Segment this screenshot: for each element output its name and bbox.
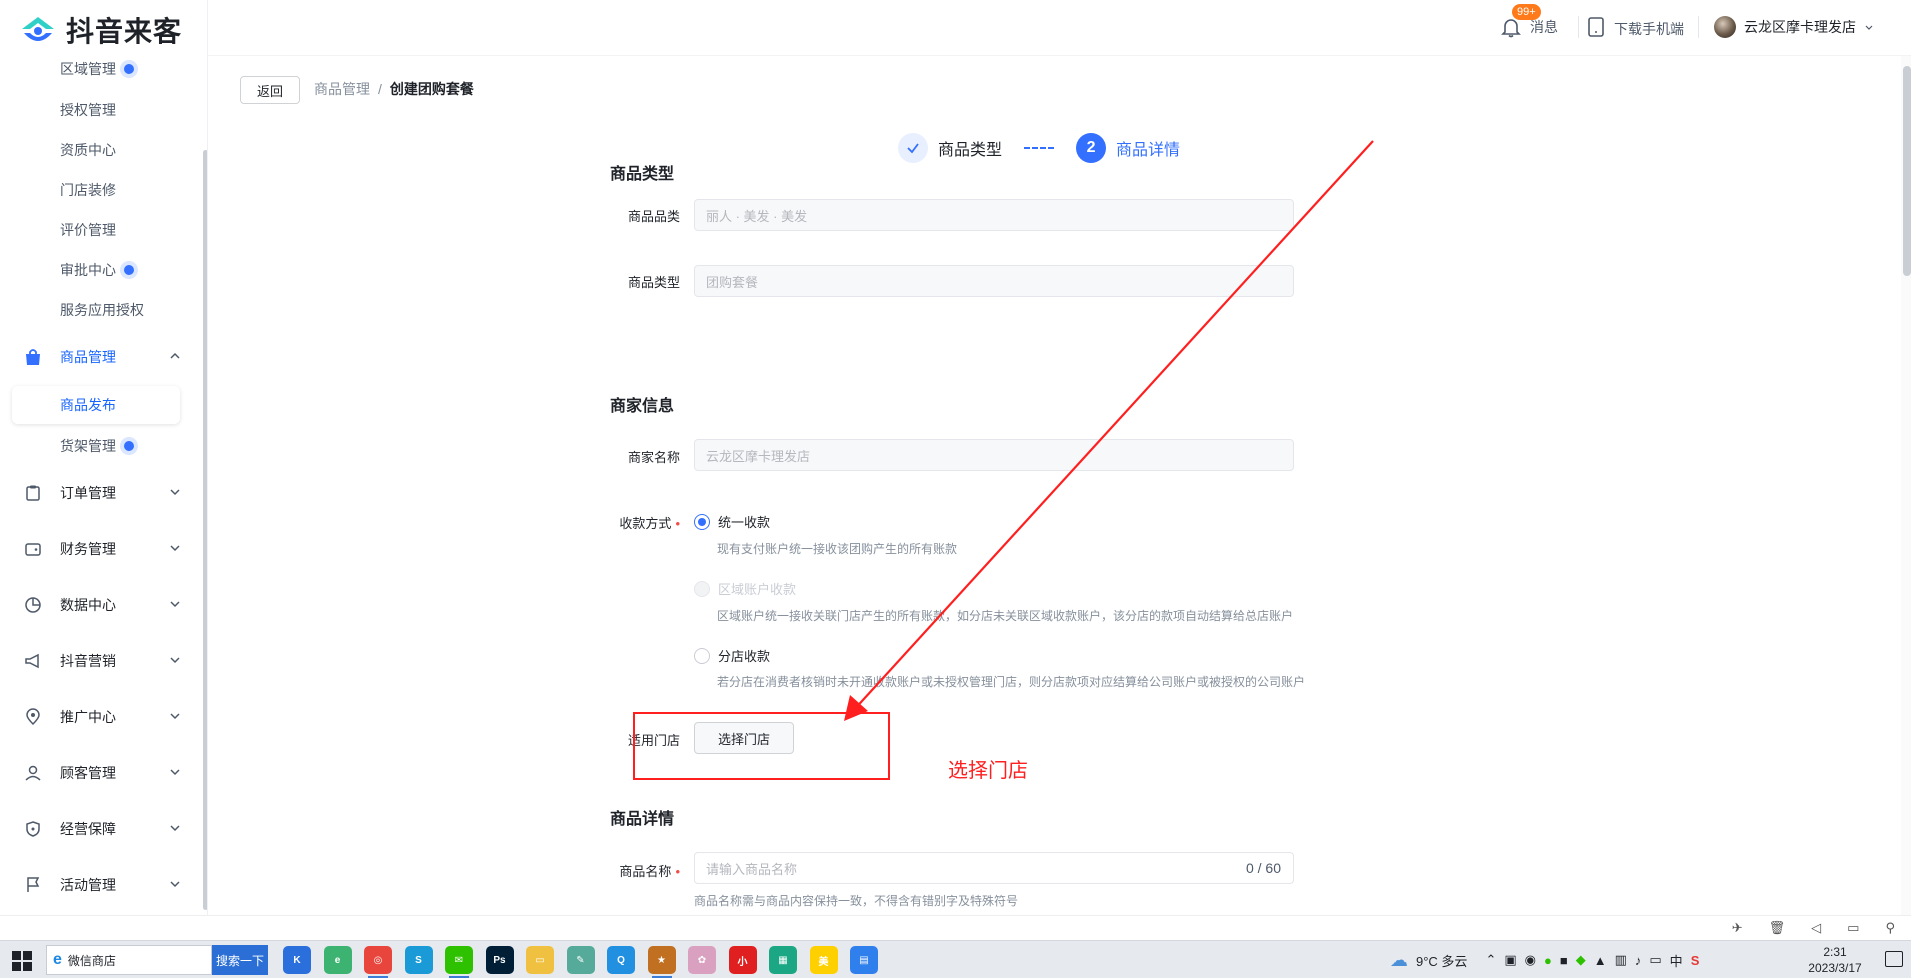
clock-date: 2023/3/17	[1808, 961, 1862, 975]
status-icons: ✈ 🗑 ◁ ▭ ⚲	[1732, 920, 1895, 936]
trash-icon[interactable]: 🗑	[1769, 920, 1786, 936]
shield-app-icon[interactable]: S	[404, 946, 433, 974]
kuaishou-icon[interactable]: K	[283, 946, 311, 974]
weather-icon: ☁	[1390, 949, 1408, 970]
annotation-arrow-icon	[844, 140, 1374, 721]
ie-icon: e	[53, 951, 62, 968]
game-icon[interactable]: ★	[647, 946, 676, 978]
windows-start-icon[interactable]	[12, 951, 32, 971]
browser-status-strip: ✈ 🗑 ◁ ▭ ⚲	[0, 915, 1911, 940]
photoshop-icon[interactable]: Ps	[485, 946, 514, 974]
tray-app-icon[interactable]: ◆	[1576, 952, 1586, 968]
zoom-icon[interactable]: ⚲	[1885, 920, 1895, 936]
taskbar-search-input[interactable]: e 微信商店	[46, 945, 212, 975]
wechat-icon[interactable]: ✉	[445, 946, 473, 978]
rocket-icon[interactable]: ✈	[1732, 920, 1743, 936]
browser-green-icon[interactable]: e	[323, 946, 352, 974]
weather-text: 9°C 多云	[1416, 953, 1468, 969]
notes-icon[interactable]: ✎	[566, 946, 595, 974]
speaker-icon[interactable]: ◁	[1811, 920, 1821, 936]
flower-app-icon[interactable]: ✿	[688, 946, 716, 974]
windows-taskbar: e 微信商店 搜索一下 Ke ◎ S ✉ Ps ▭ ✎ Q ★ ✿ 小 ▦ 美 ▤ ☁ 9°C 多云 ⌃ …	[0, 940, 1911, 978]
tray-app-icon[interactable]: ■	[1560, 953, 1568, 968]
clock-time: 2:31	[1823, 945, 1847, 959]
meituan-icon[interactable]: 美	[809, 946, 838, 974]
tray-app-icon[interactable]: ◉	[1525, 952, 1536, 968]
taskbar-search-button[interactable]: 搜索一下	[212, 945, 268, 975]
monitor-icon[interactable]: ▭	[1649, 952, 1661, 968]
folder-icon[interactable]: ▭	[526, 946, 554, 974]
notification-icon[interactable]	[1885, 951, 1903, 967]
annotation-text: 选择门店	[948, 760, 1028, 782]
xiaohongshu-icon[interactable]: 小	[728, 946, 757, 974]
window-icon[interactable]: ▭	[1847, 920, 1859, 936]
chrome-icon[interactable]: ◎	[364, 946, 392, 978]
sogou-icon[interactable]: S	[1691, 953, 1700, 968]
clock[interactable]: 2:31 2023/3/17	[1800, 944, 1870, 976]
tray-app-icon[interactable]: ▣	[1504, 952, 1516, 968]
doc-icon[interactable]: ▤	[850, 946, 878, 974]
network-icon[interactable]: ▥	[1615, 952, 1627, 968]
app-window: 抖音来客 区域管理 授权管理 资质中心 门店装修 评价管理 审批中心 服务应用授…	[0, 0, 1911, 940]
search-text: 微信商店	[67, 953, 116, 968]
tray-app-icon[interactable]: ▲	[1594, 953, 1607, 968]
ime-indicator[interactable]: 中	[1670, 951, 1683, 970]
volume-icon[interactable]: ♪	[1635, 953, 1642, 968]
system-tray: ☁ 9°C 多云 ⌃ ▣ ◉ ● ■ ◆ ▲ ▥ ♪ ▭ 中 S	[1390, 941, 1699, 979]
wechat-tray-icon[interactable]: ●	[1544, 953, 1552, 968]
qq-icon[interactable]: Q	[607, 946, 635, 974]
calendar-icon[interactable]: ▦	[769, 946, 797, 974]
chevron-up-icon[interactable]: ⌃	[1485, 952, 1496, 968]
